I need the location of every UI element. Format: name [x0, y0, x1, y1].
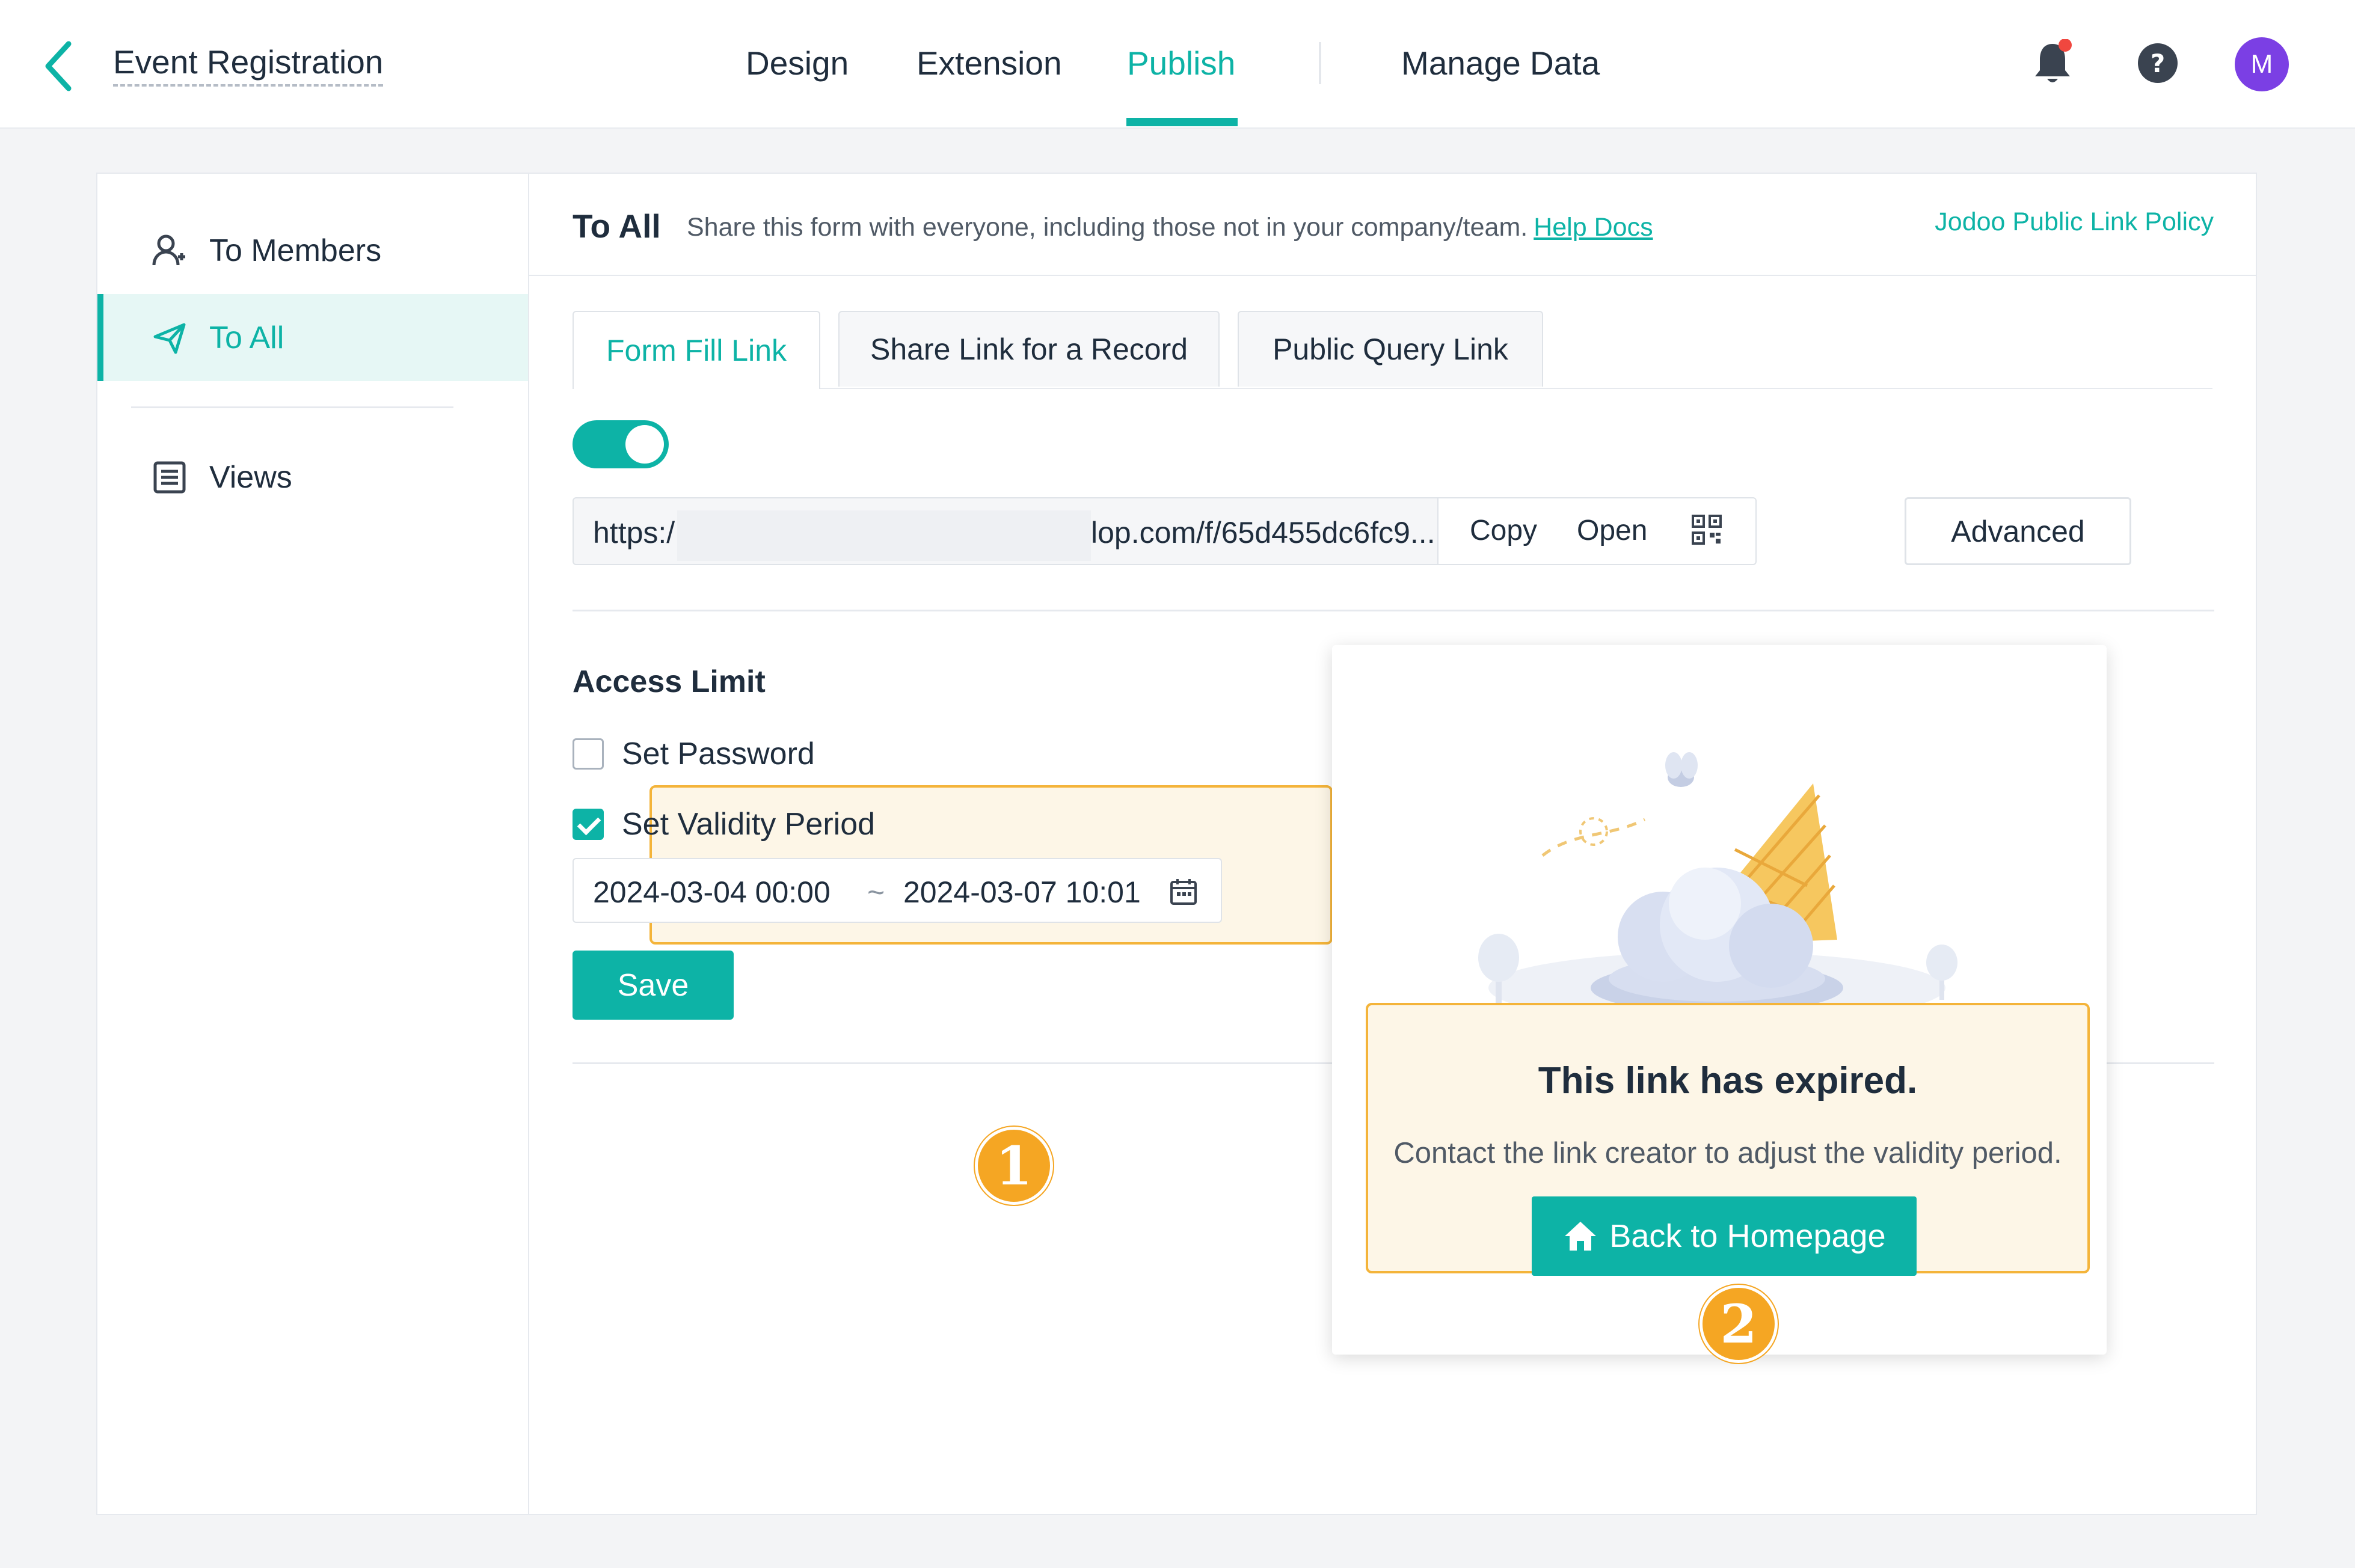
nav-manage-data[interactable]: Manage Data: [1401, 42, 1600, 84]
save-button[interactable]: Save: [573, 951, 734, 1020]
link-enabled-toggle[interactable]: [573, 420, 669, 468]
app-title[interactable]: Event Registration: [113, 42, 384, 87]
open-button[interactable]: Open: [1577, 514, 1647, 547]
nav-active-indicator: [1126, 118, 1238, 126]
melted-ice-cream-illustration: [1478, 752, 1957, 1024]
link-tabs: Form Fill Link Share Link for a Record P…: [573, 311, 2212, 389]
members-icon: [149, 230, 191, 272]
copy-button[interactable]: Copy: [1470, 514, 1537, 547]
main-header: To All Share this form with everyone, in…: [529, 174, 2256, 276]
annotation-badge-2: 2: [1699, 1285, 1778, 1363]
date-separator: ~: [867, 875, 885, 909]
list-icon: [149, 456, 191, 498]
link-url-suffix: lop.com/f/65d455dc6fc9...: [1091, 516, 1435, 550]
sidebar-item-to-all[interactable]: To All: [97, 294, 528, 381]
page-description: Share this form with everyone, including…: [687, 213, 1653, 242]
expired-message-highlight: This link has expired. Contact the link …: [1366, 1003, 2090, 1276]
back-to-homepage-button[interactable]: Back to Homepage: [1532, 1196, 1917, 1276]
set-password-row[interactable]: Set Password: [573, 736, 815, 772]
calendar-icon[interactable]: [1169, 877, 1199, 907]
expired-link-preview: This link has expired. Contact the link …: [1332, 645, 2107, 1355]
start-date[interactable]: 2024-03-04 00:00: [593, 875, 831, 910]
link-url-field[interactable]: https:/ lop.com/f/65d455dc6fc9...: [573, 497, 1479, 565]
app-window: Event Registration Design Extension Publ…: [0, 0, 2355, 1568]
help-icon[interactable]: ?: [2131, 36, 2185, 90]
back-to-homepage-label: Back to Homepage: [1609, 1218, 1886, 1254]
sidebar-item-label: Views: [209, 459, 292, 495]
page-title: To All: [573, 207, 661, 245]
sidebar-item-label: To All: [209, 320, 284, 355]
annotation-badge-1: 1: [975, 1127, 1053, 1205]
nav-separator: [1319, 42, 1321, 84]
set-validity-row[interactable]: Set Validity Period: [573, 806, 875, 842]
set-validity-label: Set Validity Period: [622, 807, 876, 842]
send-icon: [149, 317, 191, 359]
user-avatar[interactable]: M: [2235, 37, 2289, 91]
section-divider: [573, 610, 2214, 611]
public-link-policy-link[interactable]: Jodoo Public Link Policy: [1935, 207, 2214, 237]
sidebar: To Members To All Views: [97, 174, 529, 1514]
top-bar: Event Registration Design Extension Publ…: [0, 0, 2355, 129]
expired-title: This link has expired.: [1538, 1060, 1918, 1101]
set-password-checkbox[interactable]: [573, 738, 604, 770]
end-date[interactable]: 2024-03-07 10:01: [903, 875, 1141, 910]
qr-code-icon[interactable]: [1691, 514, 1724, 547]
notification-dot: [2059, 39, 2072, 52]
access-limit-title: Access Limit: [573, 664, 766, 699]
sidebar-item-to-members[interactable]: To Members: [97, 207, 528, 294]
link-url-prefix: https:/: [593, 516, 675, 550]
tab-public-query-link[interactable]: Public Query Link: [1238, 311, 1543, 387]
sidebar-item-label: To Members: [209, 233, 382, 268]
description-text: Share this form with everyone, including…: [687, 213, 1528, 242]
advanced-button[interactable]: Advanced: [1905, 497, 2131, 565]
validity-date-range[interactable]: 2024-03-04 00:00 ~ 2024-03-07 10:01: [573, 858, 1222, 923]
svg-text:?: ?: [2151, 49, 2165, 78]
sidebar-divider: [131, 406, 453, 408]
link-actions: Copy Open: [1437, 497, 1757, 565]
link-redacted-area: [677, 510, 1091, 561]
help-docs-link[interactable]: Help Docs: [1534, 213, 1653, 242]
tab-share-link-record[interactable]: Share Link for a Record: [838, 311, 1220, 387]
expired-description: Contact the link creator to adjust the v…: [1393, 1137, 2062, 1169]
tab-form-fill-link[interactable]: Form Fill Link: [573, 311, 820, 389]
set-password-label: Set Password: [622, 737, 815, 771]
nav-publish[interactable]: Publish: [1127, 42, 1235, 84]
bell-icon[interactable]: [2025, 36, 2080, 90]
nav-design[interactable]: Design: [746, 42, 849, 84]
back-arrow-icon[interactable]: [37, 36, 79, 96]
home-icon: [1562, 1218, 1598, 1254]
sidebar-item-views[interactable]: Views: [97, 433, 528, 521]
nav-extension[interactable]: Extension: [917, 42, 1062, 84]
set-validity-checkbox[interactable]: [573, 809, 604, 840]
